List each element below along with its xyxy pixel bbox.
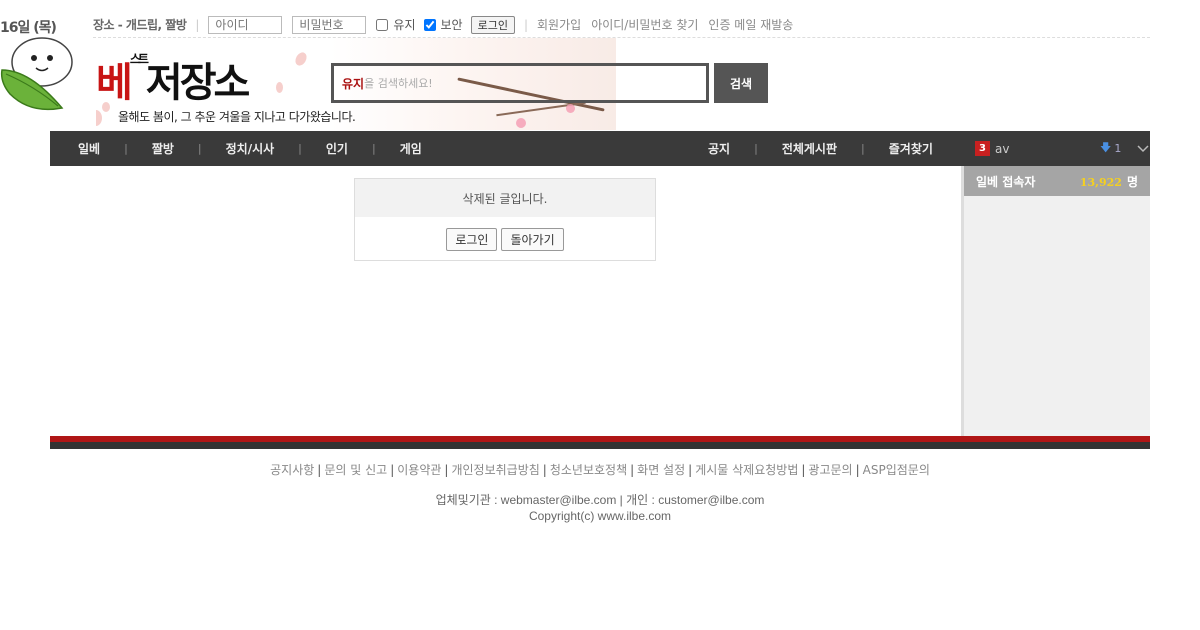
trend-rank-badge: 3 [975,141,990,156]
footer-divider: | [444,463,449,477]
trending-keyword[interactable]: 3 av [975,141,1009,156]
nav-divider: | [298,142,302,155]
resend-email-link[interactable]: 인증 메일 재발송 [708,16,793,33]
nav-item-ilbe[interactable]: 일베 [78,140,100,157]
blossom-petal-icon [276,82,283,93]
trend-change-value: 1 [1114,142,1122,155]
footer-divider: | [630,463,635,477]
keep-checkbox-input[interactable] [376,18,389,31]
nav-divider: | [754,142,758,155]
footer-link-notice[interactable]: 공지사항 [270,463,314,477]
login-button[interactable]: 로그인 [446,227,498,251]
footer-divider: | [688,463,693,477]
footer-link-delete-request[interactable]: 게시물 삭제요청방법 [695,463,798,477]
visitor-count: 13,922 [1079,175,1122,189]
nav-item-popular[interactable]: 인기 [326,140,348,157]
footer-divider: | [542,463,547,477]
id-input[interactable] [208,15,283,34]
footer-dark-bar [50,442,1150,449]
banner-slogan: 올해도 봄이, 그 추운 겨울을 지나고 다가왔습니다. [118,110,356,124]
footer-link-ads[interactable]: 광고문의 [808,463,852,477]
nav-item-game[interactable]: 게임 [400,140,422,157]
keep-label: 유지 [393,18,416,32]
divider: | [195,17,200,32]
nav-item-jjalbang[interactable]: 짤방 [152,140,174,157]
deleted-post-notice: 삭제된 글입니다. 로그인 돌아가기 [354,178,656,261]
footer-link-privacy[interactable]: 개인정보취급방침 [451,463,539,477]
trend-change: 🡇 1 [1100,139,1149,158]
logo-small-text: 스트 [129,52,149,66]
nav-item-notice[interactable]: 공지 [708,140,730,157]
footer-copyright: Copyright(c) www.ilbe.com [528,509,672,523]
nav-divider: | [124,142,128,155]
sidebar: 일베 접속자 13,922 명 [961,166,1150,436]
main-content: 삭제된 글입니다. 로그인 돌아가기 [50,166,961,436]
search-keyword: 유지 [342,76,365,91]
nav-left-group: 일베 | 짤방 | 정치/시사 | 인기 | 게임 [78,140,422,157]
blossom-flower-icon [566,104,575,113]
secure-label: 보안 [440,18,463,32]
find-account-link[interactable]: 아이디/비밀번호 찾기 [591,16,698,33]
footer-link-display[interactable]: 화면 설정 [637,463,685,477]
keep-login-checkbox[interactable]: 유지 [376,16,416,33]
trend-word: av [995,141,1010,156]
footer-links: 공지사항 | 문의 및 신고 | 이용약관 | 개인정보취급방침 | 청소년보호정책 | 화면 설정… [0,461,1200,478]
header-login-button[interactable]: 로그인 [470,15,515,34]
secure-checkbox-input[interactable] [423,18,436,31]
main-nav: 일베 | 짤방 | 정치/시사 | 인기 | 게임 공지 | 전체게시판 | 즐… [50,131,1150,166]
signup-link[interactable]: 회원가입 [537,16,581,33]
nav-divider: | [861,142,865,155]
nav-right-group: 공지 | 전체게시판 | 즐겨찾기 [708,140,933,157]
mascot-leaf-icon [0,37,73,111]
footer-divider: | [855,463,860,477]
arrow-down-icon: 🡇 [1100,141,1112,154]
chevron-down-icon[interactable] [1137,144,1149,153]
notice-buttons: 로그인 돌아가기 [355,217,655,261]
password-input[interactable] [292,15,367,34]
footer-info: 업체및기관 : webmaster@ilbe.com | 개인 : custom… [0,492,1200,524]
visitor-unit: 명 [1126,174,1138,189]
footer-divider: | [801,463,806,477]
footer-link-youth[interactable]: 청소년보호정책 [550,463,627,477]
blossom-petal-icon [96,110,102,126]
site-logo[interactable]: 베스트저장소 [96,50,250,108]
nav-divider: | [371,142,376,155]
search-placeholder: 을 검색하세요! [364,77,433,90]
nav-divider: | [197,142,202,155]
search-input[interactable]: 유지 을 검색하세요! [331,63,709,103]
blossom-petal-icon [293,50,309,68]
site-links[interactable]: 장소 - 개드립, 짤방 [93,16,187,33]
nav-item-all-boards[interactable]: 전체게시판 [782,140,837,157]
footer-divider: | [390,463,395,477]
blossom-flower-icon [516,118,526,128]
top-bar: 장소 - 개드립, 짤방 | 유지 보안 로그인 | 회원가입 아이디/비밀번호… [93,12,1150,38]
footer-divider: | [317,463,322,477]
logo-red-text: 베 [96,60,133,106]
footer-link-asp[interactable]: ASP입점문의 [863,463,930,477]
logo-main-text: 저장소 [145,60,250,106]
search-button[interactable]: 검색 [714,63,768,103]
nav-item-favorites[interactable]: 즐겨찾기 [889,140,933,157]
nav-item-politics[interactable]: 정치/시사 [226,140,275,157]
visitor-title: 일베 접속자 [976,174,1036,189]
secure-login-checkbox[interactable]: 보안 [423,16,463,33]
divider: | [523,17,529,32]
footer-link-terms[interactable]: 이용약관 [397,463,441,477]
visitor-count-header: 일베 접속자 13,922 명 [964,166,1150,196]
notice-message: 삭제된 글입니다. [355,179,655,217]
footer-link-contact[interactable]: 문의 및 신고 [324,463,387,477]
footer-contact: 업체및기관 : webmaster@ilbe.com | 개인 : custom… [435,493,765,507]
back-button[interactable]: 돌아가기 [501,227,564,251]
